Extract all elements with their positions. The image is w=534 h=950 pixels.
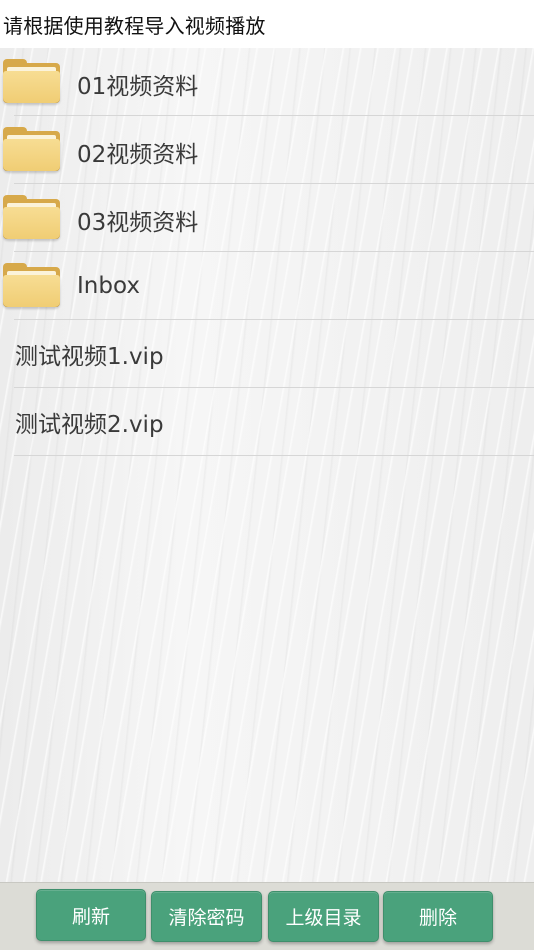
list-item-file-1[interactable]: 测试视频1.vip	[0, 320, 534, 388]
list-item-folder-03[interactable]: 03视频资料	[0, 184, 534, 252]
list-item-file-2[interactable]: 测试视频2.vip	[0, 388, 534, 456]
folder-icon	[3, 195, 60, 241]
list-item-folder-01[interactable]: 01视频资料	[0, 48, 534, 116]
title-bar: 请根据使用教程导入视频播放	[0, 0, 534, 48]
refresh-button[interactable]: 刷新	[36, 889, 146, 941]
folder-label: 03视频资料	[77, 210, 199, 236]
list-item-folder-02[interactable]: 02视频资料	[0, 116, 534, 184]
delete-button[interactable]: 删除	[383, 891, 493, 942]
folder-label: 02视频资料	[77, 142, 199, 168]
list-item-folder-inbox[interactable]: Inbox	[0, 252, 534, 320]
folder-icon	[3, 59, 60, 105]
file-label: 测试视频2.vip	[15, 412, 164, 438]
folder-icon	[3, 127, 60, 173]
file-label: 测试视频1.vip	[15, 344, 164, 370]
parent-directory-button[interactable]: 上级目录	[268, 891, 379, 942]
page-title: 请根据使用教程导入视频播放	[3, 13, 266, 38]
file-list: 01视频资料 02视频资料 03视频资料 Inbox 测试视频1.vip 测试视…	[0, 48, 534, 456]
folder-label: Inbox	[77, 273, 140, 299]
clear-password-button[interactable]: 清除密码	[151, 891, 262, 942]
folder-label: 01视频资料	[77, 74, 199, 100]
bottom-toolbar: 刷新 清除密码 上级目录 删除	[0, 882, 534, 950]
folder-icon	[3, 263, 60, 309]
